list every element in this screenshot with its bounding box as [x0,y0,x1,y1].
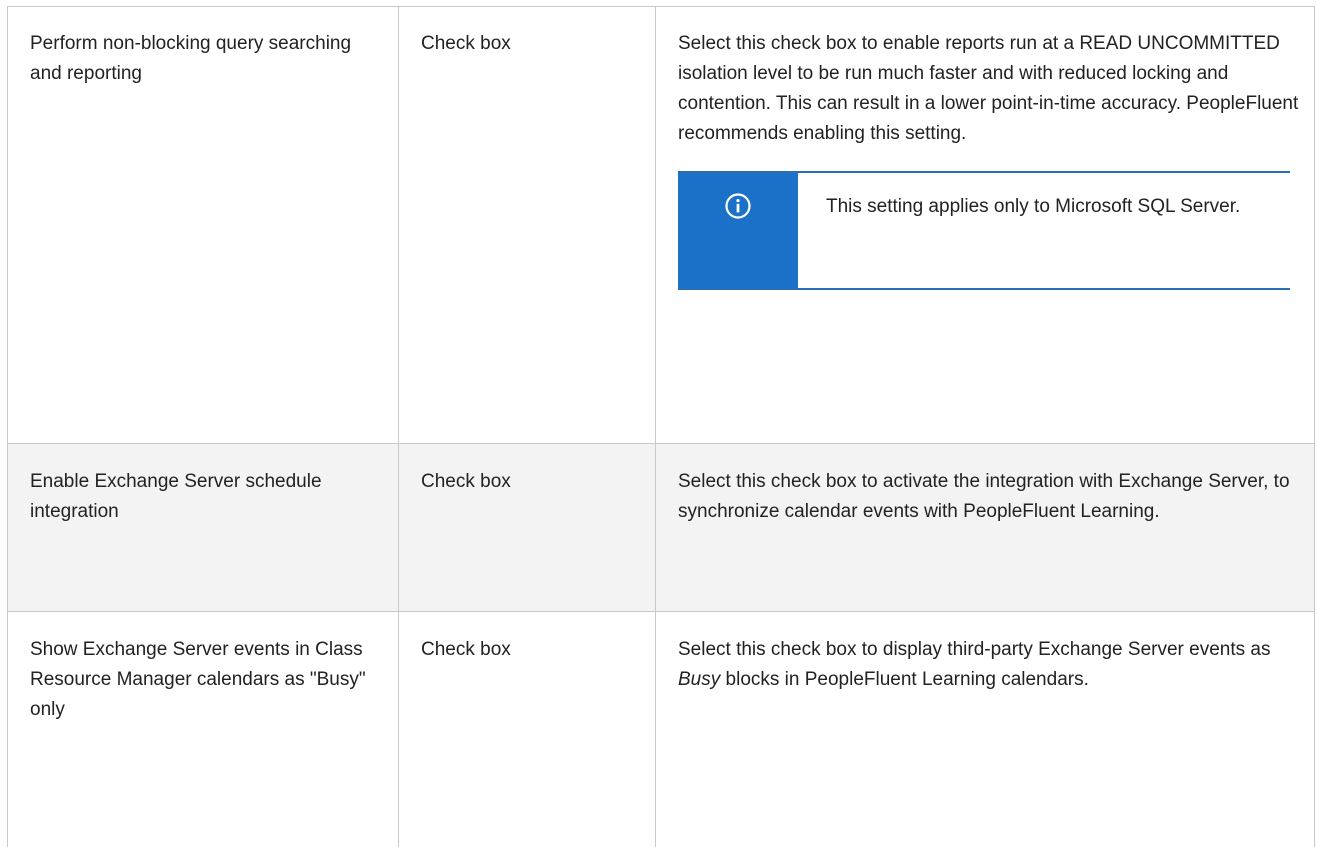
setting-description-cell: Select this check box to display third-p… [656,612,1315,847]
setting-description-cell: Select this check box to activate the in… [656,444,1315,612]
setting-type-cell: Check box [399,612,656,847]
info-icon [724,192,752,220]
description-text: Select this check box to display third-p… [678,639,1270,660]
setting-type: Check box [421,639,511,660]
table-row: Enable Exchange Server schedule integrat… [8,444,1315,612]
setting-type-cell: Check box [399,7,656,444]
setting-description-cell: Select this check box to enable reports … [656,7,1315,444]
setting-name: Show Exchange Server events in Class Res… [30,639,366,720]
setting-name: Perform non-blocking query searching and… [30,33,351,84]
setting-type: Check box [421,33,511,54]
description-text: blocks in PeopleFluent Learning calendar… [720,669,1089,690]
setting-type: Check box [421,471,511,492]
table-row: Show Exchange Server events in Class Res… [8,612,1315,847]
setting-description: Select this check box to activate the in… [678,467,1300,527]
table-row: Perform non-blocking query searching and… [8,7,1315,444]
setting-description: Select this check box to enable reports … [678,29,1300,149]
description-emphasis: Busy [678,669,720,690]
settings-table: Perform non-blocking query searching and… [7,6,1315,847]
info-note-text: This setting applies only to Microsoft S… [798,173,1260,288]
info-note-icon-box [678,173,798,288]
setting-name: Enable Exchange Server schedule integrat… [30,471,322,522]
setting-name-cell: Show Exchange Server events in Class Res… [8,612,399,847]
setting-name-cell: Perform non-blocking query searching and… [8,7,399,444]
info-note: This setting applies only to Microsoft S… [678,171,1290,290]
setting-type-cell: Check box [399,444,656,612]
setting-description: Select this check box to display third-p… [678,635,1300,695]
settings-table-wrapper: Perform non-blocking query searching and… [7,6,1314,847]
setting-name-cell: Enable Exchange Server schedule integrat… [8,444,399,612]
